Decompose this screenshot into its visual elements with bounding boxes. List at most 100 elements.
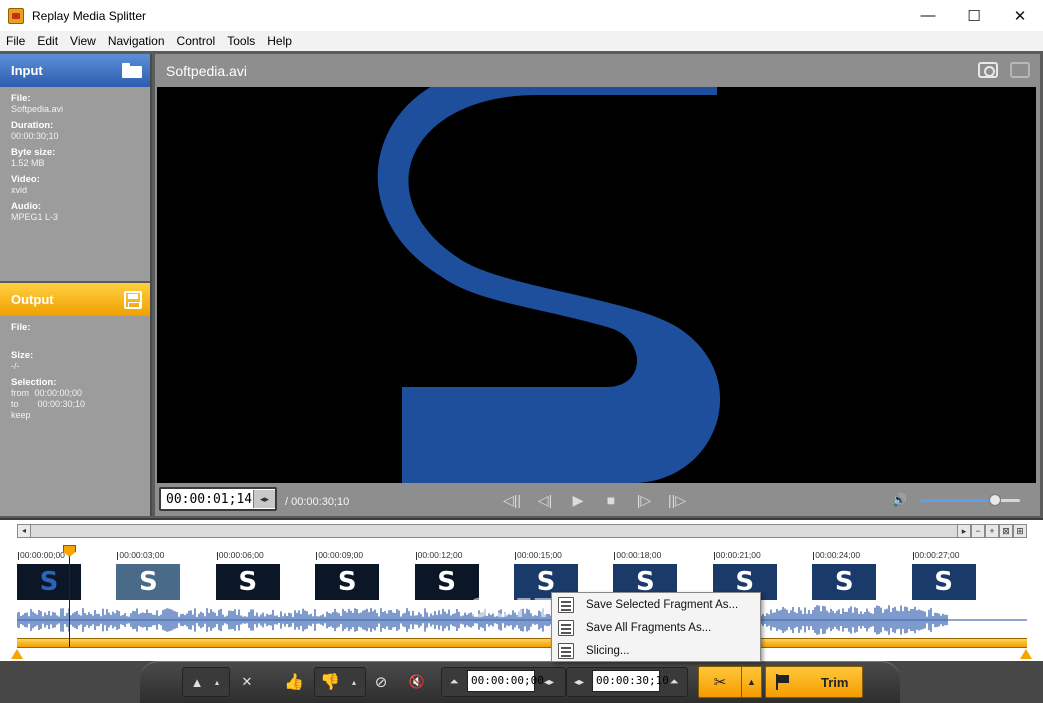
slicing-dropdown-arrow[interactable]: ▲ [742,666,762,698]
window-title: Replay Media Splitter [32,8,147,23]
save-icon[interactable] [124,290,142,309]
minimize-button[interactable]: — [905,0,951,31]
video-panel: Softpedia.avi 00:00:01;14 ◂▸ / 00:00:30;… [155,54,1040,516]
save-selected-fragment-item[interactable]: Save Selected Fragment As... [552,593,760,616]
video-thumbnail: S [315,564,380,600]
menu-tools[interactable]: Tools [221,34,261,48]
start-time-field[interactable]: 00:00:00;00 [467,670,544,692]
menu-control[interactable]: Control [171,34,222,48]
info-value: 1.52 MB [11,158,45,168]
video-thumbnail: S [414,564,479,600]
timeline-zoom-tools: ▸ − + ⊠ ⊞ [957,524,1027,538]
video-filename: Softpedia.avi [166,62,247,79]
play-button[interactable]: ▶ [566,489,590,511]
remove-marker-icon[interactable]: ✕ [236,668,258,696]
ruler-tick-label: 00:00:18;00 [616,550,662,560]
trim-button[interactable]: Trim [765,666,863,698]
close-button[interactable]: ✕ [997,0,1043,31]
scroll-left-arrow[interactable]: ◂ [18,525,31,537]
output-info: File: Size: -/- Selection: from 00:00:00… [0,316,150,427]
output-file-value [11,333,139,344]
to-value: 00:00:30;10 [37,399,86,409]
camera-icon[interactable] [978,62,998,78]
save-all-fragments-item[interactable]: Save All Fragments As... [552,616,760,639]
zoom-fit-icon[interactable]: ⊠ [999,524,1013,538]
ruler-tick [415,552,417,560]
slicing-button[interactable]: ✂ [698,666,742,698]
flag-icon [776,674,789,690]
ruler-tick-label: 00:00:27;00 [914,550,960,560]
timeline-scrollbar[interactable]: ◂ [17,524,1027,538]
info-sidebar: Input File: Softpedia.avi Duration: 00:0… [0,54,152,516]
previous-fragment-button[interactable]: ▲ [186,668,208,696]
fragment-dropdown[interactable]: ▴ [210,668,224,696]
maximize-button[interactable]: ☐ [951,0,997,31]
menu-navigation[interactable]: Navigation [102,34,171,48]
slicing-item[interactable]: Slicing... [552,639,760,662]
title-bar: Replay Media Splitter — ☐ ✕ [0,0,1043,31]
menu-edit[interactable]: Edit [31,34,64,48]
from-label: from [11,388,29,398]
ruler-tick [117,552,119,560]
selection-from: from 00:00:00;00 [11,388,139,399]
popup-item-label: Slicing... [586,644,630,657]
output-size-label: Size: [11,350,34,361]
start-time-spinner[interactable]: ◂▸ [538,668,560,696]
scroll-right-arrow[interactable]: ▸ [957,524,971,538]
menu-file[interactable]: File [0,34,31,48]
video-thumbnail: S [911,564,976,600]
video-thumbnail: S [812,564,877,600]
zoom-in-icon[interactable]: + [985,524,999,538]
video-frame[interactable] [157,87,1036,483]
ruler-tick-label: 00:00:03;00 [119,550,165,560]
ruler-tick-label: 00:00:06;00 [218,550,264,560]
mute-icon[interactable]: 🔇 [406,668,428,696]
ruler-tick [316,552,318,560]
info-value: Softpedia.avi [11,104,64,114]
info-label: Video: [11,174,40,185]
selection-to: to 00:00:30;10 [11,399,139,410]
from-value: 00:00:00;00 [34,388,83,398]
selection-end-marker[interactable] [1020,649,1032,659]
ruler-tick-label: 00:00:24;00 [815,550,861,560]
zoom-out-icon[interactable]: − [971,524,985,538]
time-spinner[interactable]: ◂▸ [253,490,275,508]
end-time-spinner[interactable]: ◂▸ [568,668,590,696]
thumbnail-glyph: S [39,567,59,597]
selection-start-marker[interactable] [11,649,23,659]
output-header: Output [0,283,150,316]
total-duration: / 00:00:30;10 [285,496,350,508]
info-value: MPEG1 L-3 [11,212,59,222]
invert-selection-icon[interactable]: ⊘ [370,668,392,696]
thumbs-down-icon[interactable]: 👎 [318,668,342,696]
zoom-icon[interactable] [1010,62,1030,78]
current-time-field[interactable]: 00:00:01;14 ◂▸ [159,487,277,511]
menu-view[interactable]: View [64,34,102,48]
zoom-all-icon[interactable]: ⊞ [1013,524,1027,538]
selection-label: Selection: [11,377,57,388]
ruler-tick-label: 00:00:09;00 [318,550,364,560]
ruler-tick [912,552,914,560]
ruler-tick-label: 00:00:21;00 [715,550,761,560]
volume-slider[interactable] [920,494,1020,506]
set-start-icon[interactable]: ⏶ [444,668,464,696]
go-to-start-button[interactable]: ◁|| [500,489,524,511]
previous-frame-button[interactable]: ◁| [533,489,557,511]
thumbs-up-icon[interactable]: 👍 [282,668,306,696]
marker-dropdown[interactable]: ▴ [346,668,362,696]
end-time-field[interactable]: 00:00:30;10 [592,670,669,692]
selection-bar[interactable] [17,638,1027,648]
output-size-value: -/- [11,361,20,371]
folder-open-icon[interactable] [122,63,142,78]
to-label: to [11,399,19,409]
menu-help[interactable]: Help [261,34,298,48]
time-ruler: 00:00:00;00 00:00:03;00 00:00:06;00 00:00:0… [17,540,1027,562]
volume-knob[interactable] [989,494,1001,506]
thumbnail-glyph: S [139,567,158,597]
next-frame-button[interactable]: |▷ [632,489,656,511]
stop-button[interactable]: ■ [599,489,623,511]
set-end-icon[interactable]: ⏶ [664,668,684,696]
volume-icon[interactable]: 🔊 [892,493,907,507]
go-to-end-button[interactable]: ||▷ [665,489,689,511]
info-label: Byte size: [11,147,56,158]
